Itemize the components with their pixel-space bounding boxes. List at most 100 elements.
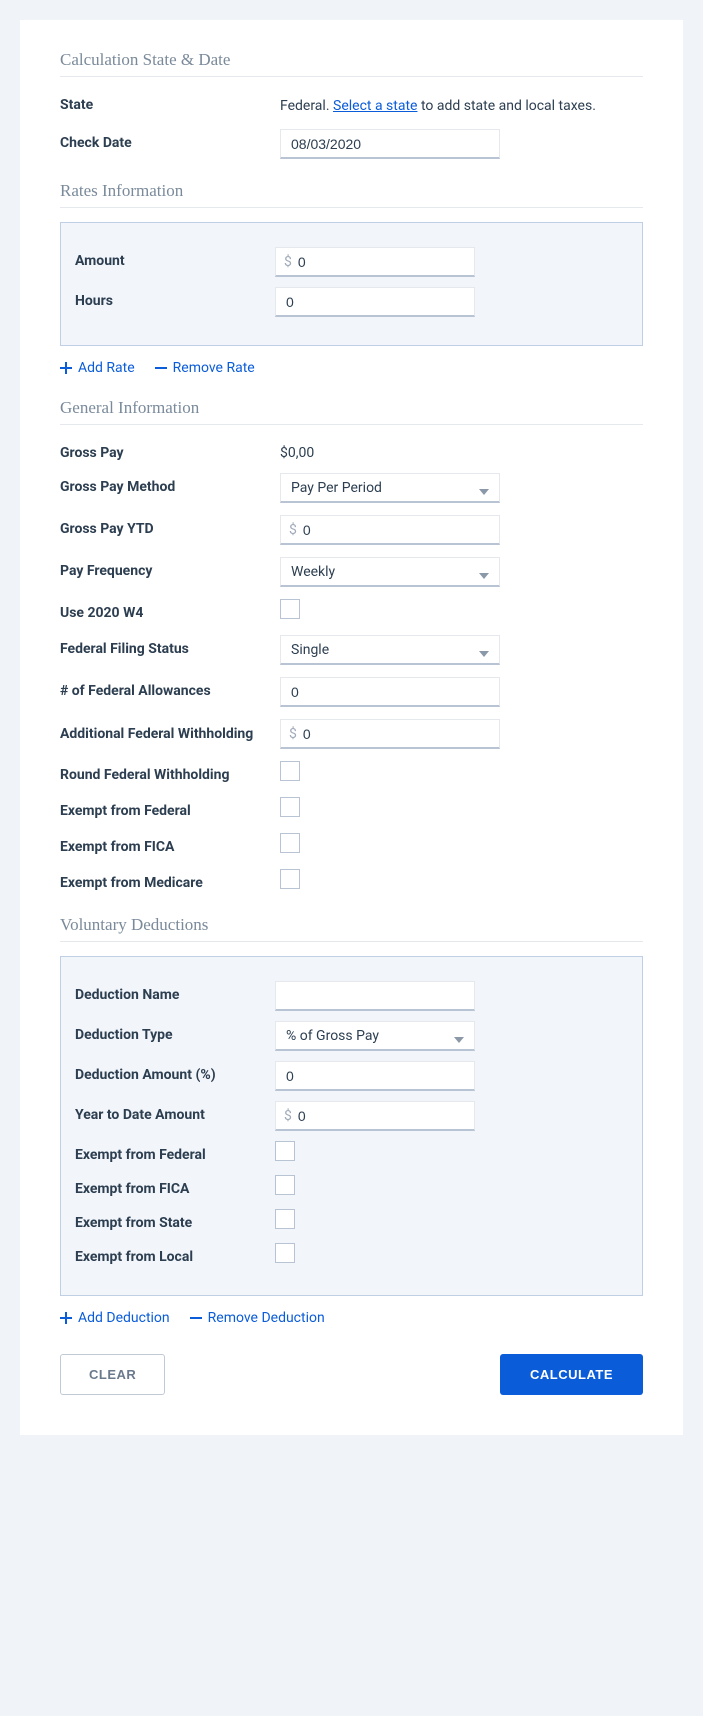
gross-pay-method-label: Gross Pay Method xyxy=(60,473,280,495)
add-deduction-link[interactable]: Add Deduction xyxy=(60,1310,170,1326)
gross-pay-label: Gross Pay xyxy=(60,439,280,461)
deduction-ytd-input[interactable] xyxy=(296,1107,481,1125)
gross-pay-method-row: Gross Pay Method Pay Per Period xyxy=(60,473,643,503)
select-state-link[interactable]: Select a state xyxy=(333,98,417,114)
chevron-down-icon xyxy=(454,1031,464,1041)
ded-exempt-state-checkbox[interactable] xyxy=(275,1209,295,1229)
additional-wh-wrap[interactable]: $ xyxy=(280,719,500,749)
section-title-state-date: Calculation State & Date xyxy=(60,50,643,77)
ded-exempt-state-row: Exempt from State xyxy=(75,1209,628,1233)
add-rate-text: Add Rate xyxy=(78,360,135,376)
pay-frequency-row: Pay Frequency Weekly xyxy=(60,557,643,587)
gross-pay-ytd-row: Gross Pay YTD $ xyxy=(60,515,643,545)
dollar-icon: $ xyxy=(284,254,292,270)
ded-exempt-fica-checkbox[interactable] xyxy=(275,1175,295,1195)
gross-pay-ytd-wrap[interactable]: $ xyxy=(280,515,500,545)
calculate-button[interactable]: CALCULATE xyxy=(500,1354,643,1395)
gross-pay-method-value: Pay Per Period xyxy=(291,480,479,496)
gross-pay-method-select[interactable]: Pay Per Period xyxy=(280,473,500,503)
ded-exempt-federal-checkbox[interactable] xyxy=(275,1141,295,1161)
gross-pay-row: Gross Pay $0,00 xyxy=(60,439,643,461)
filing-status-select[interactable]: Single xyxy=(280,635,500,665)
deduction-amount-input[interactable] xyxy=(275,1061,475,1091)
state-suffix: to add state and local taxes. xyxy=(417,98,595,114)
remove-deduction-text: Remove Deduction xyxy=(208,1310,325,1326)
add-deduction-text: Add Deduction xyxy=(78,1310,170,1326)
use-2020-w4-label: Use 2020 W4 xyxy=(60,599,280,621)
minus-icon xyxy=(155,362,167,374)
rate-amount-wrap[interactable]: $ xyxy=(275,247,475,277)
deduction-amount-label: Deduction Amount (%) xyxy=(75,1061,275,1083)
dollar-icon: $ xyxy=(289,522,297,538)
allowances-label: # of Federal Allowances xyxy=(60,677,280,699)
remove-deduction-link[interactable]: Remove Deduction xyxy=(190,1310,325,1326)
button-row: CLEAR CALCULATE xyxy=(60,1354,643,1395)
remove-rate-text: Remove Rate xyxy=(173,360,255,376)
chevron-down-icon xyxy=(479,567,489,577)
ded-exempt-local-checkbox[interactable] xyxy=(275,1243,295,1263)
rate-hours-label: Hours xyxy=(75,287,275,309)
rate-hours-input[interactable] xyxy=(275,287,475,317)
dollar-icon: $ xyxy=(284,1108,292,1124)
gross-pay-ytd-label: Gross Pay YTD xyxy=(60,515,280,537)
deduction-type-select[interactable]: % of Gross Pay xyxy=(275,1021,475,1051)
rate-amount-input[interactable] xyxy=(296,253,481,271)
additional-wh-label: Additional Federal Withholding xyxy=(60,719,280,743)
deductions-box: Deduction Name Deduction Type % of Gross… xyxy=(60,956,643,1296)
rate-amount-row: Amount $ xyxy=(75,247,628,277)
state-value-text: Federal. Select a state to add state and… xyxy=(280,91,643,117)
ded-exempt-fica-label: Exempt from FICA xyxy=(75,1175,275,1197)
exempt-medicare-row: Exempt from Medicare xyxy=(60,869,643,893)
deduction-name-row: Deduction Name xyxy=(75,981,628,1011)
deduction-type-row: Deduction Type % of Gross Pay xyxy=(75,1021,628,1051)
deduction-name-input[interactable] xyxy=(275,981,475,1011)
use-2020-w4-row: Use 2020 W4 xyxy=(60,599,643,623)
section-title-deductions: Voluntary Deductions xyxy=(60,915,643,942)
round-wh-row: Round Federal Withholding xyxy=(60,761,643,785)
deduction-name-label: Deduction Name xyxy=(75,981,275,1003)
exempt-medicare-label: Exempt from Medicare xyxy=(60,869,280,891)
ded-exempt-state-label: Exempt from State xyxy=(75,1209,275,1231)
exempt-fica-checkbox[interactable] xyxy=(280,833,300,853)
allowances-row: # of Federal Allowances xyxy=(60,677,643,707)
pay-frequency-select[interactable]: Weekly xyxy=(280,557,500,587)
plus-icon xyxy=(60,362,72,374)
filing-status-label: Federal Filing Status xyxy=(60,635,280,657)
exempt-medicare-checkbox[interactable] xyxy=(280,869,300,889)
remove-rate-link[interactable]: Remove Rate xyxy=(155,360,255,376)
additional-wh-input[interactable] xyxy=(301,725,493,743)
deduction-type-value: % of Gross Pay xyxy=(286,1028,454,1044)
deduction-ytd-row: Year to Date Amount $ xyxy=(75,1101,628,1131)
ded-exempt-federal-label: Exempt from Federal xyxy=(75,1141,275,1163)
check-date-input[interactable] xyxy=(280,129,500,159)
exempt-fica-label: Exempt from FICA xyxy=(60,833,280,855)
dollar-icon: $ xyxy=(289,726,297,742)
round-wh-label: Round Federal Withholding xyxy=(60,761,280,783)
clear-button[interactable]: CLEAR xyxy=(60,1354,165,1395)
exempt-fica-row: Exempt from FICA xyxy=(60,833,643,857)
section-title-general: General Information xyxy=(60,398,643,425)
use-2020-w4-checkbox[interactable] xyxy=(280,599,300,619)
filing-status-row: Federal Filing Status Single xyxy=(60,635,643,665)
exempt-federal-checkbox[interactable] xyxy=(280,797,300,817)
exempt-federal-row: Exempt from Federal xyxy=(60,797,643,821)
gross-pay-value: $0,00 xyxy=(280,439,643,461)
chevron-down-icon xyxy=(479,645,489,655)
deduction-ytd-wrap[interactable]: $ xyxy=(275,1101,475,1131)
section-title-rates: Rates Information xyxy=(60,181,643,208)
filing-status-value: Single xyxy=(291,642,479,658)
deduction-ytd-label: Year to Date Amount xyxy=(75,1101,275,1123)
pay-frequency-value: Weekly xyxy=(291,564,479,580)
state-prefix: Federal. xyxy=(280,98,333,114)
deduction-type-label: Deduction Type xyxy=(75,1021,275,1043)
rate-hours-row: Hours xyxy=(75,287,628,317)
ded-exempt-federal-row: Exempt from Federal xyxy=(75,1141,628,1165)
chevron-down-icon xyxy=(479,483,489,493)
state-label: State xyxy=(60,91,280,113)
rates-box: Amount $ Hours xyxy=(60,222,643,346)
allowances-input[interactable] xyxy=(280,677,500,707)
round-wh-checkbox[interactable] xyxy=(280,761,300,781)
add-rate-link[interactable]: Add Rate xyxy=(60,360,135,376)
gross-pay-ytd-input[interactable] xyxy=(301,521,493,539)
plus-icon xyxy=(60,1312,72,1324)
